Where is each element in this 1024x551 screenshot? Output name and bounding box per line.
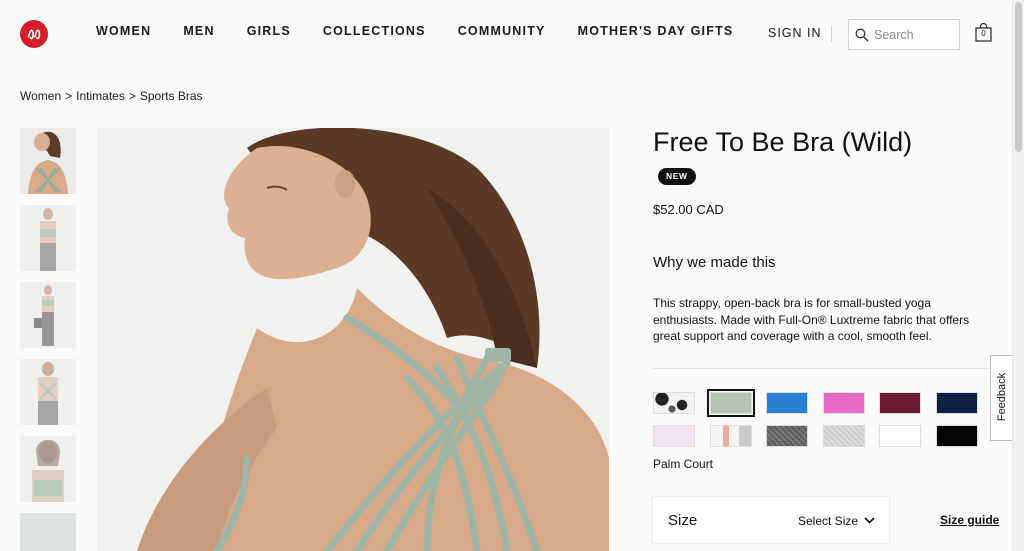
selected-color-name: Palm Court <box>653 457 714 471</box>
thumbnail-full-body-view[interactable] <box>20 282 76 348</box>
header-divider <box>831 26 832 42</box>
size-guide-link[interactable]: Size guide <box>940 513 999 527</box>
product-main-image[interactable] <box>97 128 609 551</box>
feedback-label: Feedback <box>996 372 1008 422</box>
color-swatch[interactable] <box>822 392 865 414</box>
color-swatch[interactable] <box>879 392 921 414</box>
color-swatch[interactable] <box>935 392 978 414</box>
search-input[interactable] <box>874 27 954 42</box>
shopping-bag-button[interactable]: 0 <box>975 22 992 42</box>
bag-count: 0 <box>981 29 986 38</box>
thumbnail-image <box>20 436 76 502</box>
product-price: $52.00 CAD <box>653 202 724 217</box>
product-photo <box>97 128 609 551</box>
color-swatch[interactable] <box>709 425 752 447</box>
new-badge: NEW <box>658 168 696 185</box>
size-selector[interactable]: Size Select Size <box>653 497 889 543</box>
color-swatch[interactable] <box>935 425 978 447</box>
nav-girls[interactable]: GIRLS <box>247 24 291 38</box>
logo-mark-icon <box>27 29 41 40</box>
breadcrumb-sports-bras[interactable]: Sports Bras <box>140 89 203 103</box>
color-swatch[interactable] <box>766 392 808 414</box>
color-swatch[interactable] <box>822 425 865 447</box>
product-title: Free To Be Bra (Wild) <box>653 127 913 157</box>
search-box[interactable] <box>848 19 960 50</box>
breadcrumb-intimates[interactable]: Intimates <box>76 89 125 103</box>
why-we-made-this-heading: Why we made this <box>653 254 776 271</box>
main-nav: WOMEN MEN GIRLS COLLECTIONS COMMUNITY MO… <box>96 24 765 38</box>
thumbnail-image <box>20 205 76 271</box>
color-swatch[interactable] <box>653 425 695 447</box>
color-swatch[interactable] <box>879 425 921 447</box>
thumbnail-side-view[interactable] <box>20 359 76 425</box>
size-label: Size <box>668 512 698 529</box>
color-swatch[interactable] <box>653 392 695 414</box>
nav-men[interactable]: MEN <box>183 24 214 38</box>
thumbnail-image <box>20 282 76 348</box>
nav-community[interactable]: COMMUNITY <box>458 24 546 38</box>
nav-collections[interactable]: COLLECTIONS <box>323 24 426 38</box>
color-swatch[interactable] <box>706 389 755 417</box>
thumbnail-front-view[interactable] <box>20 205 76 271</box>
page-scrollbar[interactable] <box>1012 0 1024 551</box>
sign-in-link[interactable]: SIGN IN <box>768 26 822 40</box>
thumbnail-image <box>20 359 76 425</box>
product-description: This strappy, open-back bra is for small… <box>653 296 970 343</box>
nav-women[interactable]: WOMEN <box>96 24 151 38</box>
lululemon-logo[interactable] <box>20 20 48 48</box>
site-header: WOMEN MEN GIRLS COLLECTIONS COMMUNITY MO… <box>0 0 1024 66</box>
breadcrumb: Women > Intimates > Sports Bras <box>20 89 207 103</box>
breadcrumb-women[interactable]: Women <box>20 89 61 103</box>
thumbnail-image <box>20 128 76 194</box>
section-divider <box>653 368 993 369</box>
feedback-tab[interactable]: Feedback <box>990 355 1012 441</box>
thumbnail-list <box>20 128 76 551</box>
size-select-value[interactable]: Select Size <box>798 514 858 528</box>
thumbnail-fabric-view[interactable] <box>20 513 76 551</box>
breadcrumb-separator: > <box>65 89 73 103</box>
color-swatch[interactable] <box>766 425 808 447</box>
breadcrumb-separator: > <box>128 89 136 103</box>
thumbnail-back-view[interactable] <box>20 128 76 194</box>
thumbnail-closeup-view[interactable] <box>20 436 76 502</box>
scrollbar-thumb[interactable] <box>1015 2 1022 152</box>
search-icon <box>855 28 869 41</box>
chevron-down-icon <box>864 517 875 524</box>
nav-mothers-day-gifts[interactable]: MOTHER'S DAY GIFTS <box>578 24 734 38</box>
